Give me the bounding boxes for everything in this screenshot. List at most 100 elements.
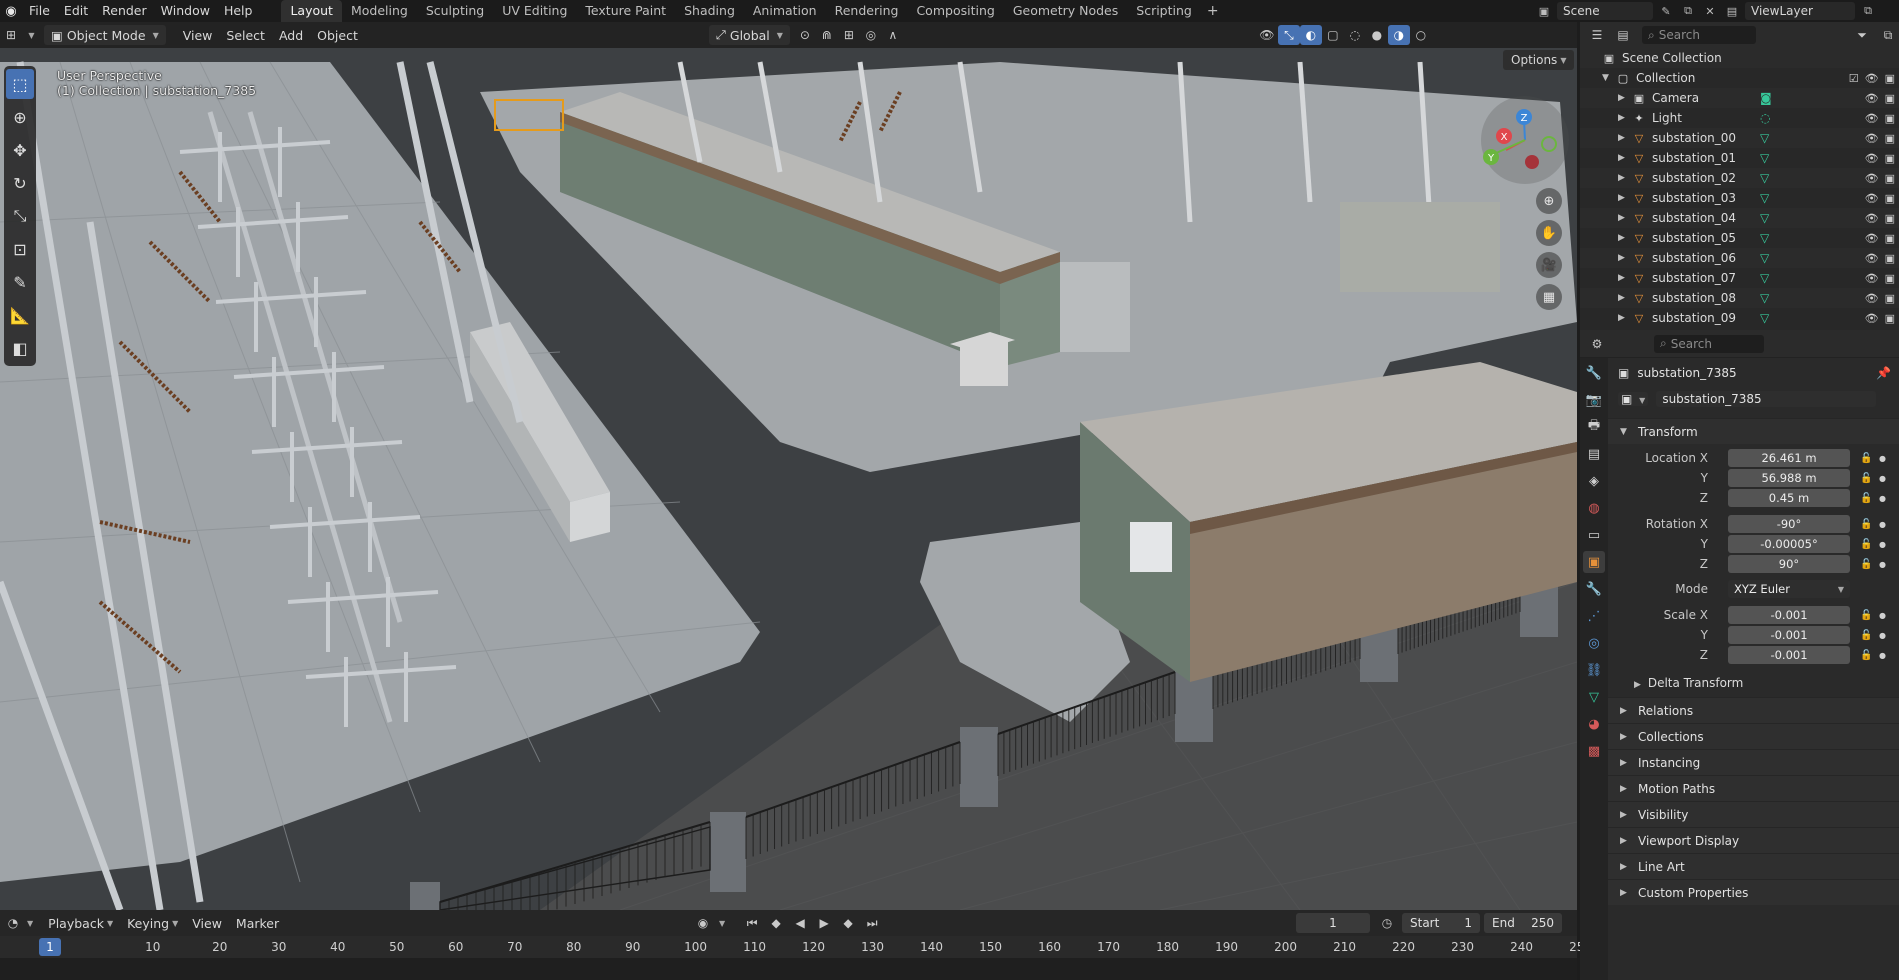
panel-collections[interactable]: ▶ Collections — [1608, 723, 1899, 749]
outliner-item-camera[interactable]: ▶ ▣ Camera ◙ 👁 ▣ — [1580, 88, 1899, 108]
lock-icon[interactable]: 🔓 — [1860, 539, 1872, 550]
outliner-item-substation-01[interactable]: ▶ ▽ substation_01 ▽ 👁 ▣ — [1580, 148, 1899, 168]
editor-type-clock-icon[interactable]: ◔ — [2, 913, 24, 933]
camera-render-icon[interactable]: ▣ — [1885, 312, 1895, 325]
mesh-data-icon[interactable]: ▽ — [1760, 311, 1769, 325]
play-reverse-icon[interactable]: ◀ — [789, 913, 811, 933]
scene-tab-icon[interactable]: ◈ — [1583, 470, 1605, 492]
outliner-item-substation-07[interactable]: ▶ ▽ substation_07 ▽ 👁 ▣ — [1580, 268, 1899, 288]
keyframe-dot-icon[interactable]: ● — [1879, 474, 1886, 483]
tab-sculpting[interactable]: Sculpting — [417, 0, 493, 22]
tool-tab-icon[interactable]: 🔧 — [1583, 362, 1605, 384]
panel-visibility[interactable]: ▶ Visibility — [1608, 801, 1899, 827]
eye-icon[interactable]: 👁 — [1865, 212, 1879, 225]
collection-tab-icon[interactable]: ▭ — [1583, 524, 1605, 546]
pin-icon[interactable]: ✎ — [1657, 2, 1675, 20]
mesh-data-icon[interactable]: ▽ — [1760, 251, 1769, 265]
tab-compositing[interactable]: Compositing — [907, 0, 1003, 22]
lock-icon[interactable]: 🔓 — [1860, 493, 1872, 504]
menu-view[interactable]: View — [176, 25, 220, 45]
chevron-right-icon[interactable]: ▶ — [1618, 133, 1628, 143]
ortho-grid-icon[interactable]: ▦ — [1536, 284, 1562, 310]
annotate-tool-icon[interactable]: ✎ — [6, 267, 34, 297]
chevron-right-icon[interactable]: ▶ — [1618, 213, 1628, 223]
outliner-editor-icon[interactable]: ☰ — [1586, 25, 1608, 45]
preview-range-clock-icon[interactable]: ◷ — [1376, 913, 1398, 933]
chevron-right-icon[interactable]: ▶ — [1618, 173, 1628, 183]
panel-relations[interactable]: ▶ Relations — [1608, 697, 1899, 723]
keyframe-dot-icon[interactable]: ● — [1879, 631, 1886, 640]
duplicate-view-layer-icon[interactable]: ⧉ — [1859, 2, 1877, 20]
outliner-item-substation-03[interactable]: ▶ ▽ substation_03 ▽ 👁 ▣ — [1580, 188, 1899, 208]
camera-render-icon[interactable]: ▣ — [1885, 112, 1895, 125]
eye-icon[interactable]: 👁 — [1865, 152, 1879, 165]
chevron-right-icon[interactable]: ▶ — [1618, 153, 1628, 163]
rotate-tool-icon[interactable]: ↻ — [6, 168, 34, 198]
camera-render-icon[interactable]: ▣ — [1885, 132, 1895, 145]
playhead[interactable]: 1 — [39, 938, 61, 956]
visibility-icon[interactable]: 👁 — [1256, 25, 1278, 45]
chevron-right-icon[interactable]: ▶ — [1618, 253, 1628, 263]
object-name-field[interactable]: substation_7385 — [1656, 391, 1877, 407]
outliner-item-substation-09[interactable]: ▶ ▽ substation_09 ▽ 👁 ▣ — [1580, 308, 1899, 328]
transform-tool-icon[interactable]: ⊡ — [6, 234, 34, 264]
panel-instancing[interactable]: ▶ Instancing — [1608, 749, 1899, 775]
view-layer-field[interactable]: ViewLayer — [1745, 2, 1855, 20]
world-tab-icon[interactable]: ◍ — [1583, 497, 1605, 519]
checkbox-icon[interactable]: ☑ — [1849, 72, 1859, 85]
mesh-data-icon[interactable]: ▽ — [1760, 171, 1769, 185]
keyframe-dot-icon[interactable]: ● — [1879, 454, 1886, 463]
camera-data-icon[interactable]: ◙ — [1760, 91, 1772, 105]
eye-icon[interactable]: 👁 — [1865, 132, 1879, 145]
pan-hand-icon[interactable]: ✋ — [1536, 220, 1562, 246]
xray-icon[interactable]: ▢ — [1322, 25, 1344, 45]
outliner-item-substation-00[interactable]: ▶ ▽ substation_00 ▽ 👁 ▣ — [1580, 128, 1899, 148]
menu-view-timeline[interactable]: View — [185, 913, 229, 933]
chevron-right-icon[interactable]: ▶ — [1618, 113, 1628, 123]
particles-tab-icon[interactable]: ⋰ — [1583, 605, 1605, 627]
eye-icon[interactable]: 👁 — [1865, 172, 1879, 185]
chevron-right-icon[interactable]: ▶ — [1618, 93, 1628, 103]
jump-end-icon[interactable]: ⏭ — [861, 913, 883, 933]
output-tab-icon[interactable]: 🖶 — [1583, 416, 1605, 438]
lock-icon[interactable]: 🔓 — [1860, 650, 1872, 661]
lock-icon[interactable]: 🔓 — [1860, 610, 1872, 621]
tab-layout[interactable]: Layout — [281, 0, 342, 22]
outliner-item-light[interactable]: ▶ ✦ Light ◌ 👁 ▣ — [1580, 108, 1899, 128]
lock-icon[interactable]: 🔓 — [1860, 559, 1872, 570]
outliner-item-substation-06[interactable]: ▶ ▽ substation_06 ▽ 👁 ▣ — [1580, 248, 1899, 268]
prev-keyframe-icon[interactable]: ◆ — [765, 913, 787, 933]
camera-view-icon[interactable]: 🎥 — [1536, 252, 1562, 278]
tab-texture-paint[interactable]: Texture Paint — [576, 0, 675, 22]
chevron-down-icon[interactable]: ▼ — [1602, 73, 1612, 83]
menu-select[interactable]: Select — [219, 25, 272, 45]
mesh-data-icon[interactable]: ▽ — [1760, 131, 1769, 145]
chevron-right-icon[interactable]: ▶ — [1618, 273, 1628, 283]
camera-render-icon[interactable]: ▣ — [1885, 252, 1895, 265]
menu-marker[interactable]: Marker — [229, 913, 286, 933]
rotation-y-field[interactable]: -0.00005° — [1728, 535, 1850, 553]
add-workspace-button[interactable]: + — [1201, 0, 1225, 22]
lock-icon[interactable]: 🔓 — [1860, 630, 1872, 641]
start-frame-field[interactable]: Start 1 — [1402, 913, 1480, 933]
material-tab-icon[interactable]: ◕ — [1583, 713, 1605, 735]
camera-render-icon[interactable]: ▣ — [1885, 232, 1895, 245]
timeline-track[interactable] — [0, 958, 1577, 980]
shading-material-icon[interactable]: ◑ — [1387, 25, 1410, 45]
scale-y-field[interactable]: -0.001 — [1728, 626, 1850, 644]
mode-dropdown[interactable]: ▣ Object Mode ▼ — [44, 25, 166, 45]
end-frame-field[interactable]: End 250 — [1484, 913, 1562, 933]
properties-editor-icon[interactable]: ⚙ — [1586, 334, 1608, 354]
pivot-point-icon[interactable]: ⊙ — [794, 25, 816, 45]
keyframe-dot-icon[interactable]: ● — [1879, 520, 1886, 529]
eye-icon[interactable]: 👁 — [1865, 72, 1879, 85]
tab-geometry-nodes[interactable]: Geometry Nodes — [1004, 0, 1127, 22]
snap-icon[interactable]: ⋒ — [816, 25, 838, 45]
add-cube-tool-icon[interactable]: ◧ — [6, 333, 34, 363]
menu-object[interactable]: Object — [310, 25, 365, 45]
outliner-item-substation-02[interactable]: ▶ ▽ substation_02 ▽ 👁 ▣ — [1580, 168, 1899, 188]
tab-shading[interactable]: Shading — [675, 0, 744, 22]
object-datablock-icon[interactable]: ▣ ▼ — [1618, 392, 1649, 406]
chevron-right-icon[interactable]: ▶ — [1618, 293, 1628, 303]
texture-tab-icon[interactable]: ▩ — [1583, 740, 1605, 762]
